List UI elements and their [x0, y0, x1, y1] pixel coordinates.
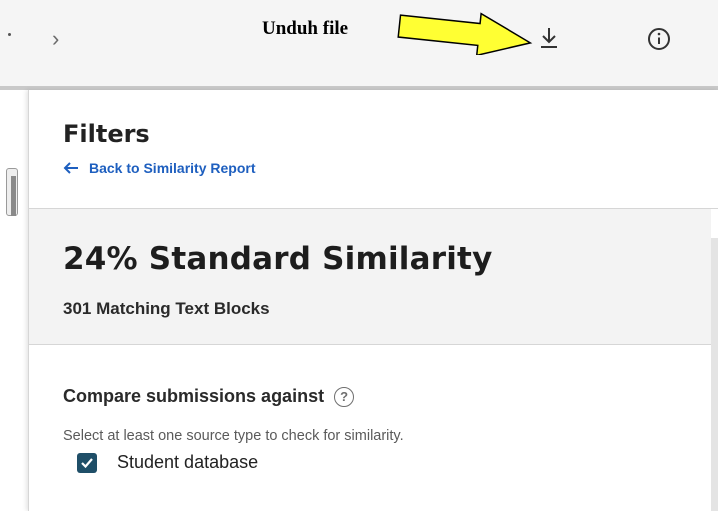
- summary-divider: [29, 344, 711, 345]
- filters-title: Filters: [63, 120, 150, 148]
- download-icon[interactable]: [538, 26, 560, 50]
- annotation-label: Unduh file: [262, 18, 349, 39]
- student-database-label: Student database: [117, 452, 259, 472]
- left-scrollbar-thumb[interactable]: [11, 176, 16, 216]
- panel-scrollbar[interactable]: [711, 238, 718, 511]
- similarity-summary: 24% Standard Similarity 301 Matching Tex…: [29, 209, 711, 344]
- matching-blocks-count: 301 Matching Text Blocks: [63, 299, 270, 318]
- compare-description: Select at least one source type to check…: [63, 428, 404, 444]
- option-student-database[interactable]: Student database: [77, 452, 258, 473]
- compare-heading-row: Compare submissions against ?: [63, 386, 355, 407]
- back-to-report-link[interactable]: Back to Similarity Report: [63, 160, 256, 176]
- help-icon[interactable]: ?: [334, 386, 355, 407]
- similarity-score: 24% Standard Similarity: [63, 241, 493, 277]
- back-link-label: Back to Similarity Report: [89, 160, 256, 176]
- arrow-left-icon: [63, 162, 78, 174]
- student-database-checkbox[interactable]: [77, 452, 97, 473]
- chevron-right-icon[interactable]: ›: [52, 28, 59, 50]
- info-icon[interactable]: [647, 27, 671, 51]
- annotation-arrow: [397, 12, 533, 55]
- toolbar-dot: [8, 33, 11, 36]
- filters-panel: Filters Back to Similarity Report 24% St…: [28, 90, 718, 511]
- check-icon: [81, 457, 93, 468]
- top-toolbar: › Unduh file: [0, 0, 718, 86]
- left-gutter: [0, 90, 28, 511]
- compare-heading: Compare submissions against: [63, 386, 325, 406]
- filters-header: Filters: [63, 120, 150, 148]
